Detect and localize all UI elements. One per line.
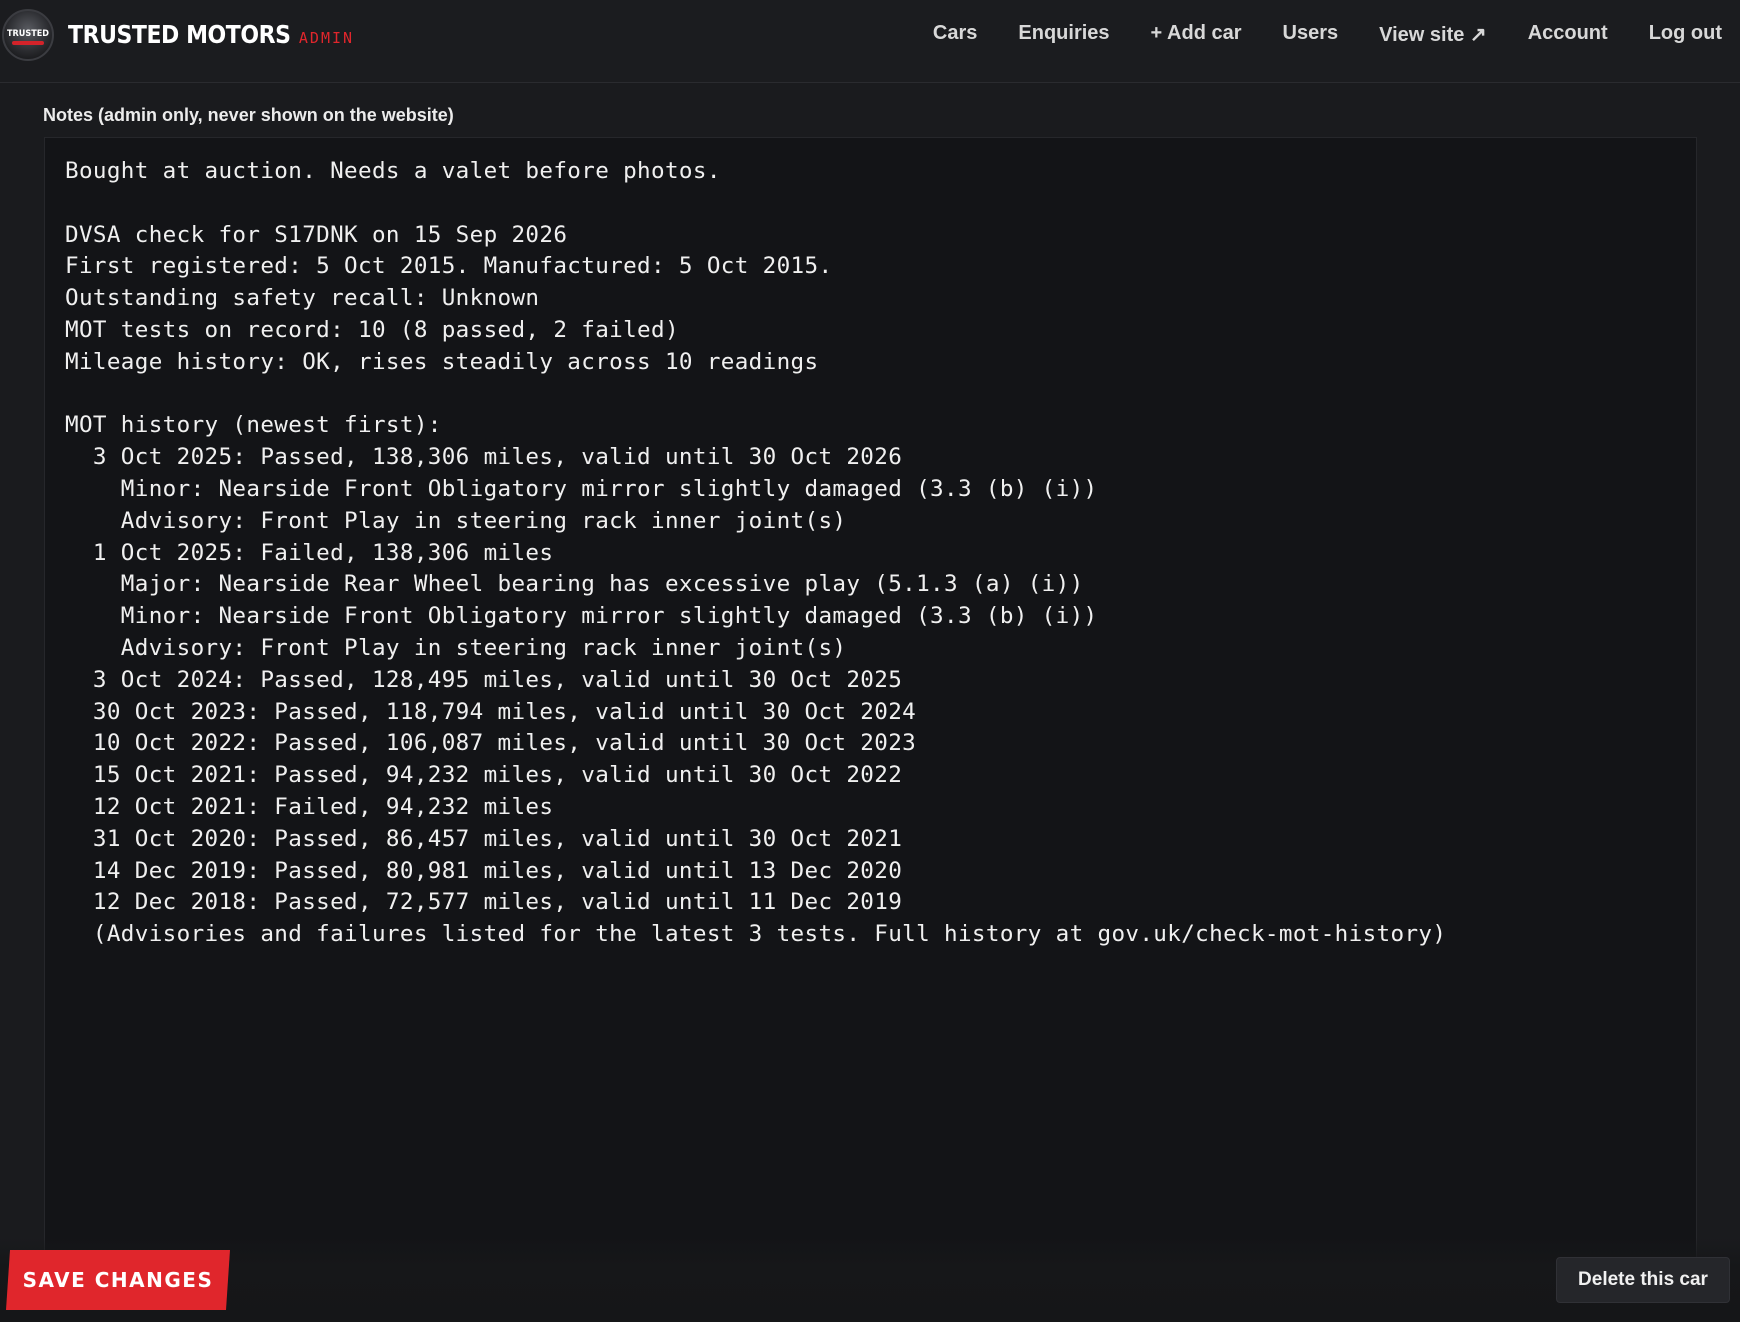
admin-tag: ADMIN [298,29,355,47]
brand[interactable]: TRUSTED MOTORS ADMIN [68,20,354,56]
notes-content[interactable]: Bought at auction. Needs a valet before … [65,156,1686,951]
brand-logo-icon[interactable]: TRUSTED [2,9,54,61]
nav-account[interactable]: Account [1528,22,1608,47]
action-bar [0,1237,1740,1322]
notes-textarea[interactable]: Bought at auction. Needs a valet before … [44,137,1697,1267]
notes-label: Notes (admin only, never shown on the we… [43,105,454,125]
delete-car-button[interactable]: Delete this car [1556,1257,1730,1303]
nav-view-site[interactable]: View site ↗ [1379,22,1487,47]
brand-name: TRUSTED MOTORS [68,20,291,49]
nav-add-car[interactable]: + Add car [1151,22,1242,47]
logo-text: TRUSTED [7,29,49,39]
nav-cars[interactable]: Cars [933,22,977,47]
save-changes-button[interactable]: SAVE CHANGES [6,1250,230,1310]
nav-log-out[interactable]: Log out [1649,22,1722,47]
logo-swoosh [12,41,44,45]
top-nav-bar: TRUSTED TRUSTED MOTORS ADMIN Cars Enquir… [0,0,1740,83]
nav-users[interactable]: Users [1283,22,1339,47]
main-nav: Cars Enquiries + Add car Users View site… [892,22,1722,47]
nav-enquiries[interactable]: Enquiries [1018,22,1109,47]
